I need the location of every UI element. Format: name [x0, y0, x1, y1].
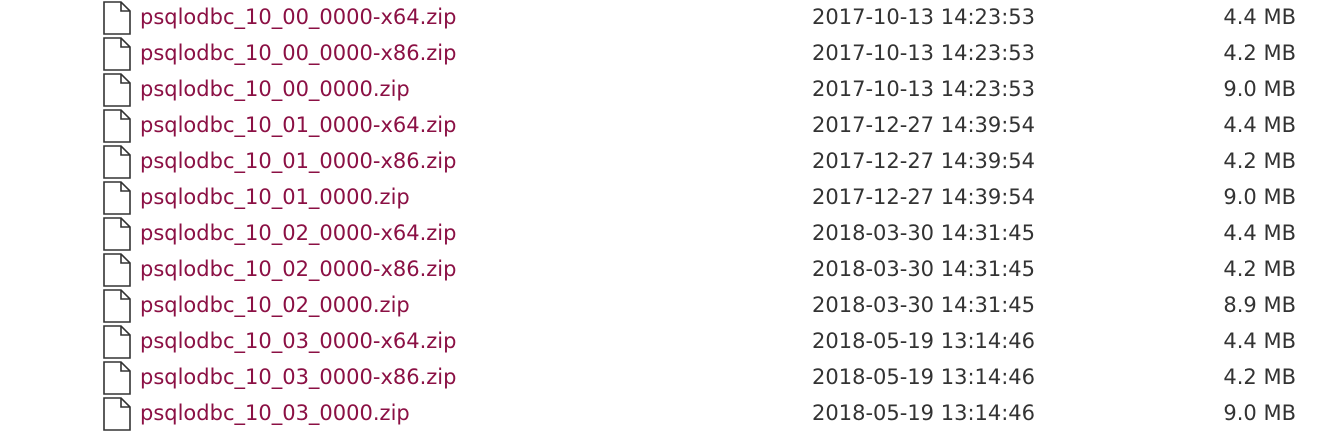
- file-row: psqlodbc_10_03_0000.zip 2018-05-19 13:14…: [0, 396, 1338, 432]
- file-size: 4.4 MB: [1223, 113, 1296, 137]
- file-modified-date: 2018-03-30 14:31:45: [812, 221, 1036, 245]
- file-row: psqlodbc_10_03_0000-x86.zip 2018-05-19 1…: [0, 360, 1338, 396]
- file-icon: [102, 253, 132, 287]
- file-link[interactable]: psqlodbc_10_03_0000-x64.zip: [140, 324, 456, 358]
- file-size: 4.2 MB: [1223, 257, 1296, 281]
- file-row: psqlodbc_10_00_0000-x64.zip 2017-10-13 1…: [0, 0, 1338, 36]
- file-size: 4.2 MB: [1223, 365, 1296, 389]
- file-size: 9.0 MB: [1223, 185, 1296, 209]
- file-size: 4.4 MB: [1223, 221, 1296, 245]
- file-icon: [102, 1, 132, 35]
- file-modified-date: 2017-12-27 14:39:54: [812, 113, 1036, 137]
- file-modified-date: 2018-03-30 14:31:45: [812, 293, 1036, 317]
- file-row: psqlodbc_10_03_0000-x64.zip 2018-05-19 1…: [0, 324, 1338, 360]
- file-link[interactable]: psqlodbc_10_02_0000-x86.zip: [140, 252, 456, 286]
- file-row: psqlodbc_10_01_0000.zip 2017-12-27 14:39…: [0, 180, 1338, 216]
- file-row: psqlodbc_10_01_0000-x86.zip 2017-12-27 1…: [0, 144, 1338, 180]
- file-link[interactable]: psqlodbc_10_03_0000.zip: [140, 396, 410, 430]
- file-icon: [102, 217, 132, 251]
- file-modified-date: 2017-12-27 14:39:54: [812, 185, 1036, 209]
- file-size: 9.0 MB: [1223, 401, 1296, 425]
- file-icon: [102, 397, 132, 431]
- file-modified-date: 2017-12-27 14:39:54: [812, 149, 1036, 173]
- file-icon: [102, 109, 132, 143]
- file-icon: [102, 37, 132, 71]
- file-modified-date: 2018-05-19 13:14:46: [812, 329, 1036, 353]
- file-modified-date: 2018-05-19 13:14:46: [812, 401, 1036, 425]
- file-icon: [102, 145, 132, 179]
- file-modified-date: 2017-10-13 14:23:53: [812, 41, 1036, 65]
- file-link[interactable]: psqlodbc_10_00_0000-x64.zip: [140, 0, 456, 34]
- file-row: psqlodbc_10_02_0000-x64.zip 2018-03-30 1…: [0, 216, 1338, 252]
- file-icon: [102, 181, 132, 215]
- file-listing: psqlodbc_10_00_0000-x64.zip 2017-10-13 1…: [0, 0, 1338, 431]
- file-size: 4.4 MB: [1223, 5, 1296, 29]
- file-modified-date: 2018-05-19 13:14:46: [812, 365, 1036, 389]
- file-link[interactable]: psqlodbc_10_00_0000.zip: [140, 72, 410, 106]
- file-link[interactable]: psqlodbc_10_02_0000-x64.zip: [140, 216, 456, 250]
- file-row: psqlodbc_10_02_0000-x86.zip 2018-03-30 1…: [0, 252, 1338, 288]
- file-link[interactable]: psqlodbc_10_02_0000.zip: [140, 288, 410, 322]
- file-icon: [102, 361, 132, 395]
- file-size: 4.4 MB: [1223, 329, 1296, 353]
- file-link[interactable]: psqlodbc_10_01_0000-x64.zip: [140, 108, 456, 142]
- file-size: 4.2 MB: [1223, 41, 1296, 65]
- file-modified-date: 2017-10-13 14:23:53: [812, 5, 1036, 29]
- file-icon: [102, 289, 132, 323]
- file-row: psqlodbc_10_00_0000.zip 2017-10-13 14:23…: [0, 72, 1338, 108]
- file-link[interactable]: psqlodbc_10_03_0000-x86.zip: [140, 360, 456, 394]
- file-row: psqlodbc_10_01_0000-x64.zip 2017-12-27 1…: [0, 108, 1338, 144]
- file-modified-date: 2017-10-13 14:23:53: [812, 77, 1036, 101]
- file-icon: [102, 325, 132, 359]
- file-link[interactable]: psqlodbc_10_01_0000.zip: [140, 180, 410, 214]
- file-modified-date: 2018-03-30 14:31:45: [812, 257, 1036, 281]
- file-size: 4.2 MB: [1223, 149, 1296, 173]
- file-link[interactable]: psqlodbc_10_01_0000-x86.zip: [140, 144, 456, 178]
- file-icon: [102, 73, 132, 107]
- file-link[interactable]: psqlodbc_10_00_0000-x86.zip: [140, 36, 456, 70]
- file-row: psqlodbc_10_02_0000.zip 2018-03-30 14:31…: [0, 288, 1338, 324]
- file-row: psqlodbc_10_00_0000-x86.zip 2017-10-13 1…: [0, 36, 1338, 72]
- file-size: 9.0 MB: [1223, 77, 1296, 101]
- file-size: 8.9 MB: [1223, 293, 1296, 317]
